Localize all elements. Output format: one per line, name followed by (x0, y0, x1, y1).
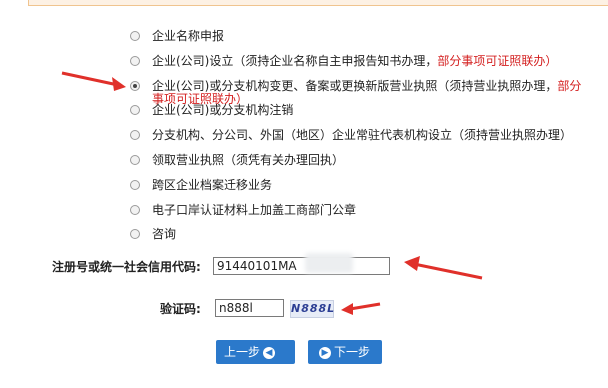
option-name-declaration[interactable]: 企业名称申报 (128, 25, 598, 50)
option-consultation[interactable]: 咨询 (128, 223, 598, 248)
arrow-right-icon: ▶ (319, 346, 331, 359)
option-collect-license[interactable]: 领取营业执照（须凭有关办理回执） (128, 149, 598, 174)
radio-button[interactable] (130, 204, 140, 215)
option-branch-establishment[interactable]: 分支机构、分公司、外国（地区）企业常驻代表机构设立（须持营业执照办理） (128, 124, 598, 149)
red-arrow-icon (341, 302, 381, 315)
radio-button[interactable] (130, 55, 140, 66)
option-label: 电子口岸认证材料上加盖工商部门公章 (152, 202, 357, 217)
arrow-left-icon: ◀ (263, 346, 276, 359)
option-company-establishment[interactable]: 企业(公司)设立（须持企业名称自主申报告知书办理，部分事项可证照联办） (128, 50, 598, 75)
next-button-label: 下一步 (334, 345, 371, 359)
option-note: 部分事项可证照联办） (437, 53, 558, 68)
option-company-change[interactable]: 企业(公司)或分支机构变更、备案或更换新版营业执照（须持营业执照办理，部分 事项… (128, 75, 598, 106)
business-type-options: 企业名称申报 企业(公司)设立（须持企业名称自主申报告知书办理，部分事项可证照联… (128, 25, 598, 248)
option-archive-transfer[interactable]: 跨区企业档案迁移业务 (128, 174, 598, 199)
radio-button[interactable] (130, 179, 140, 190)
radio-button[interactable] (130, 154, 140, 165)
option-label: 企业(公司)设立（须持企业名称自主申报告知书办理， (152, 53, 438, 68)
option-label: 企业(公司)或分支机构注销 (152, 103, 294, 118)
option-note: 部分 (557, 78, 582, 93)
prev-button-label: 上一步 (224, 345, 261, 359)
red-arrow-icon (61, 71, 126, 91)
option-eport-seal[interactable]: 电子口岸认证材料上加盖工商部门公章 (128, 199, 598, 224)
captcha-input[interactable]: n888l (215, 299, 284, 317)
captcha-label: 验证码: (160, 302, 201, 316)
radio-button[interactable] (130, 130, 140, 141)
option-label: 咨询 (152, 227, 177, 242)
top-notice-box (28, 0, 608, 6)
option-company-cancellation[interactable]: 企业(公司)或分支机构注销 (128, 99, 598, 124)
radio-button[interactable] (130, 31, 140, 41)
option-label: 分支机构、分公司、外国（地区）企业常驻代表机构设立（须持营业执照办理） (152, 128, 573, 143)
prev-step-button[interactable]: 上一步 ◀ (216, 340, 295, 364)
captcha-image[interactable]: N888L (290, 300, 334, 318)
option-label: 跨区企业档案迁移业务 (152, 177, 273, 192)
option-label: 企业名称申报 (152, 29, 225, 43)
red-arrow-icon (404, 256, 483, 280)
redacted-blur (305, 253, 353, 273)
option-label: 领取营业执照（须凭有关办理回执） (152, 152, 345, 167)
radio-button-selected[interactable] (130, 80, 140, 91)
radio-button[interactable] (130, 105, 140, 116)
registration-number-label: 注册号或统一社会信用代码: (52, 260, 201, 274)
radio-button[interactable] (130, 229, 140, 240)
registration-number-input[interactable]: 91440101MA (213, 257, 390, 275)
next-step-button[interactable]: ▶ 下一步 (308, 340, 382, 364)
